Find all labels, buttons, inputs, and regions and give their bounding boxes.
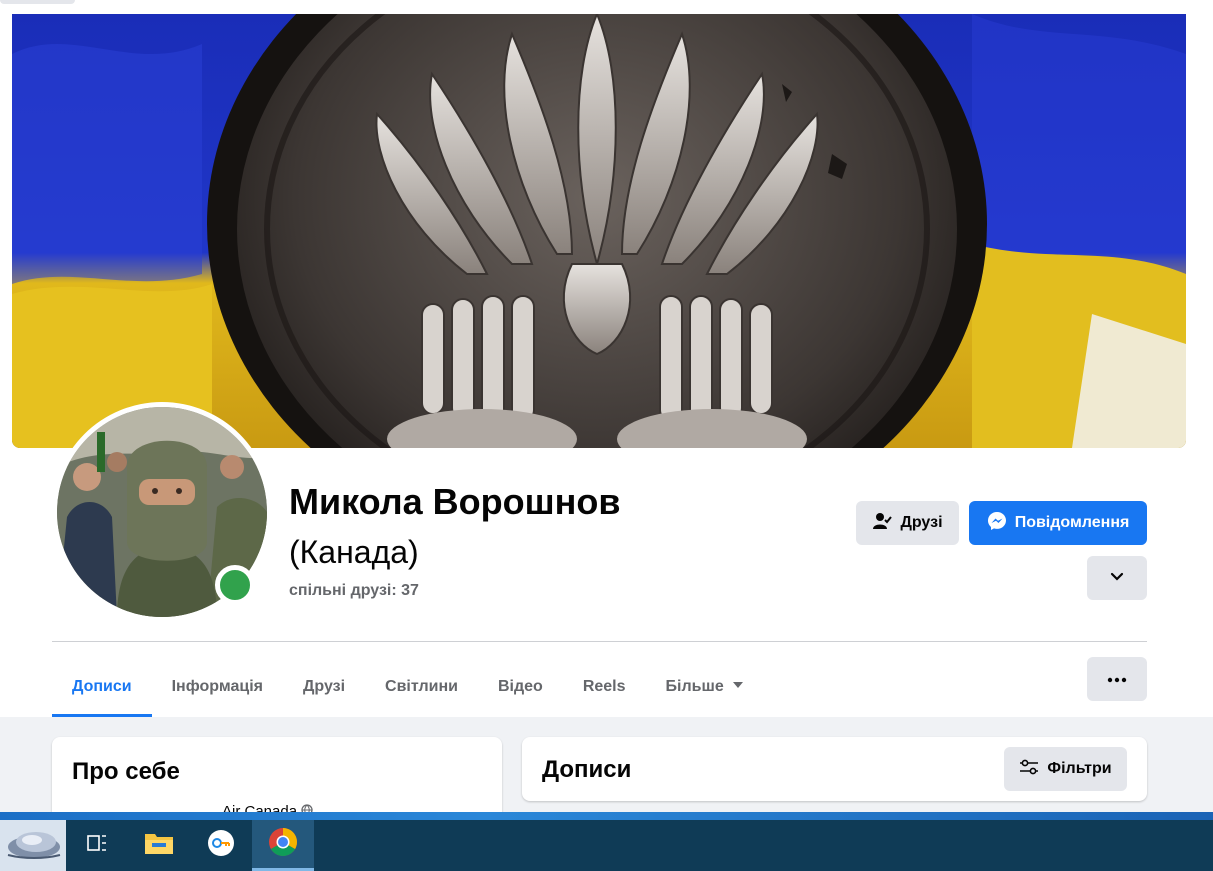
taskbar-accent <box>0 812 1213 820</box>
file-explorer-button[interactable] <box>128 820 190 871</box>
profile-name: Микола Ворошнов <box>289 481 621 522</box>
task-view-button[interactable] <box>66 820 128 871</box>
more-dots-icon <box>1107 670 1127 688</box>
file-explorer-icon <box>144 831 174 860</box>
start-icon <box>4 825 62 866</box>
filters-button-label: Фільтри <box>1047 760 1112 777</box>
posts-card-title: Дописи <box>542 756 632 783</box>
tab-reels[interactable]: Reels <box>563 657 646 717</box>
about-card-title: Про себе <box>72 758 180 785</box>
chevron-down-icon <box>1109 568 1125 589</box>
chrome-icon <box>268 827 298 862</box>
start-button[interactable] <box>0 820 66 871</box>
profile-header: Микола Ворошнов (Канада) спільні друзі: … <box>0 14 1213 717</box>
message-button[interactable]: Повідомлення <box>969 501 1147 545</box>
caret-down-icon <box>732 678 744 696</box>
tab-more[interactable]: Більше <box>646 657 764 717</box>
browser-top-strip <box>0 0 1213 14</box>
person-check-icon <box>872 511 893 536</box>
tab-about[interactable]: Інформація <box>152 657 283 717</box>
tab-posts[interactable]: Дописи <box>52 657 152 717</box>
browser-tab-edge[interactable] <box>0 0 75 4</box>
tab-photos[interactable]: Світлини <box>365 657 478 717</box>
taskbar <box>0 820 1213 871</box>
profile-menu-button[interactable] <box>1087 657 1147 701</box>
task-view-icon <box>86 832 108 859</box>
sliders-icon <box>1019 759 1039 780</box>
keyring-app-button[interactable] <box>190 820 252 871</box>
messenger-icon <box>987 511 1007 536</box>
filters-button[interactable]: Фільтри <box>1004 747 1127 791</box>
more-options-button[interactable] <box>1087 556 1147 600</box>
mutual-friends-link[interactable]: спільні друзі: 37 <box>289 581 419 601</box>
profile-alternate-name: (Канада) <box>289 534 419 570</box>
cover-image <box>12 14 1186 448</box>
posts-card: Дописи Фільтри <box>522 737 1147 801</box>
profile-tabs: Дописи Інформація Друзі Світлини Відео R… <box>52 657 764 717</box>
friends-button[interactable]: Друзі <box>856 501 959 545</box>
cover-photo[interactable] <box>12 14 1186 448</box>
tab-friends[interactable]: Друзі <box>283 657 365 717</box>
tab-videos[interactable]: Відео <box>478 657 563 717</box>
header-divider <box>52 641 1147 642</box>
friends-button-label: Друзі <box>900 514 943 531</box>
message-button-label: Повідомлення <box>1014 514 1130 531</box>
keyring-app-icon <box>207 829 235 862</box>
chrome-taskbar-button[interactable] <box>252 820 314 871</box>
online-status-indicator <box>215 565 255 605</box>
